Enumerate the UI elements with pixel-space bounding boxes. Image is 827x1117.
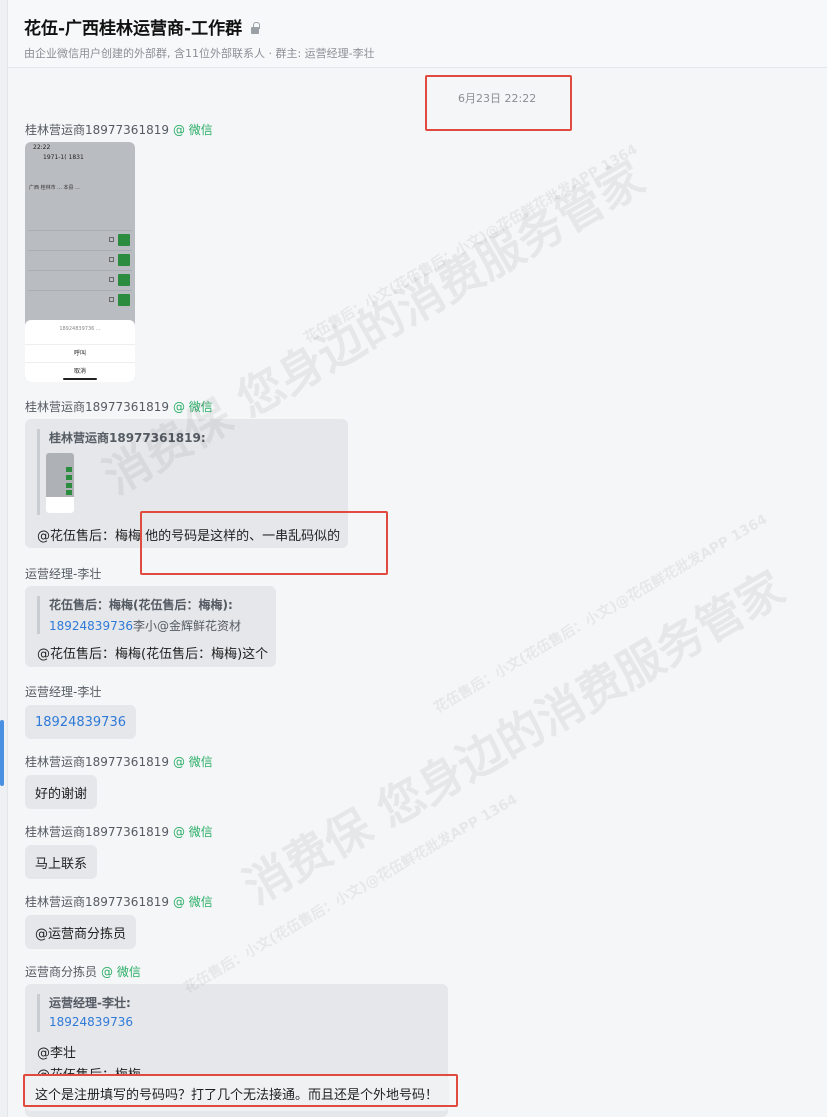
sender-name[interactable]: 运营经理-李壮 bbox=[25, 683, 101, 700]
wechat-tag: @ 微信 bbox=[101, 965, 141, 979]
image-message[interactable]: 22:22 1971-1( 1831 广西 桂林市 ... 本县 ... 189… bbox=[25, 142, 135, 382]
sender-name[interactable]: 桂林营运商18977361819 @ 微信 bbox=[25, 893, 213, 910]
sender-name[interactable]: 桂林营运商18977361819 @ 微信 bbox=[25, 753, 213, 770]
text-message[interactable]: 好的谢谢 bbox=[25, 775, 98, 809]
quoted-message-bubble[interactable]: 花伍售后：梅梅(花伍售后：梅梅): 18924839736李小@金辉鲜花资材 @… bbox=[25, 586, 276, 667]
quoted-message-bubble[interactable]: 桂林营运商18977361819: @花伍售后：梅梅 他的号码是这样的、一串乱码… bbox=[25, 419, 348, 548]
chat-header: 花伍-广西桂林运营商-工作群 由企业微信用户创建的外部群, 含11位外部联系人 … bbox=[8, 0, 827, 68]
date-divider: 6月23日 22:22 bbox=[458, 92, 537, 105]
message-text: @花伍售后：梅梅(花伍售后：梅梅)这个 bbox=[37, 647, 269, 662]
text-message[interactable]: 马上联系 bbox=[25, 845, 98, 879]
sender-name[interactable]: 桂林营运商18977361819 @ 微信 bbox=[25, 823, 213, 840]
phone-link[interactable]: 18924839736 bbox=[49, 1015, 133, 1029]
phone-action-sheet: 18924839736 ... 呼叫 取消 bbox=[25, 320, 135, 382]
sender-name[interactable]: 桂林营运商18977361819 @ 微信 bbox=[25, 121, 213, 138]
text-message[interactable]: @运营商分拣员 bbox=[25, 915, 137, 949]
active-indicator bbox=[0, 720, 4, 786]
quoted-image-thumbnail[interactable] bbox=[46, 453, 74, 513]
wechat-tag: @ 微信 bbox=[172, 825, 213, 839]
wechat-tag: @ 微信 bbox=[172, 755, 213, 769]
group-subtitle: 由企业微信用户创建的外部群, 含11位外部联系人 · 群主: 运营经理-李壮 bbox=[24, 47, 375, 60]
wechat-tag: @ 微信 bbox=[172, 123, 213, 137]
message-text: @花伍售后：梅梅 他的号码是这样的、一串乱码似的 bbox=[37, 529, 341, 544]
lock-icon bbox=[250, 21, 260, 34]
text-message[interactable]: 这个是注册填写的号码吗？打了几个无法接通。而且还是个外地号码！ bbox=[25, 1075, 449, 1111]
phone-link[interactable]: 18924839736 bbox=[49, 619, 133, 633]
group-title[interactable]: 花伍-广西桂林运营商-工作群 bbox=[24, 14, 242, 39]
wechat-tag: @ 微信 bbox=[172, 400, 213, 414]
sender-name[interactable]: 运营商分拣员 @ 微信 bbox=[25, 963, 141, 980]
message-text: @李壮 bbox=[37, 1046, 77, 1061]
wechat-tag: @ 微信 bbox=[172, 895, 213, 909]
sender-name[interactable]: 桂林营运商18977361819 @ 微信 bbox=[25, 398, 213, 415]
phone-number-message[interactable]: 18924839736 bbox=[25, 705, 136, 739]
quote-block[interactable]: 运营经理-李壮: 18924839736 bbox=[37, 994, 133, 1032]
sender-name[interactable]: 运营经理-李壮 bbox=[25, 565, 101, 582]
quote-block[interactable]: 花伍售后：梅梅(花伍售后：梅梅): 18924839736李小@金辉鲜花资材 bbox=[37, 596, 241, 634]
phone-header: 1971-1( 1831 bbox=[43, 154, 84, 161]
left-rail bbox=[0, 0, 8, 1117]
chat-area[interactable]: 6月23日 22:22 桂林营运商18977361819 @ 微信 22:22 1… bbox=[8, 68, 827, 1117]
